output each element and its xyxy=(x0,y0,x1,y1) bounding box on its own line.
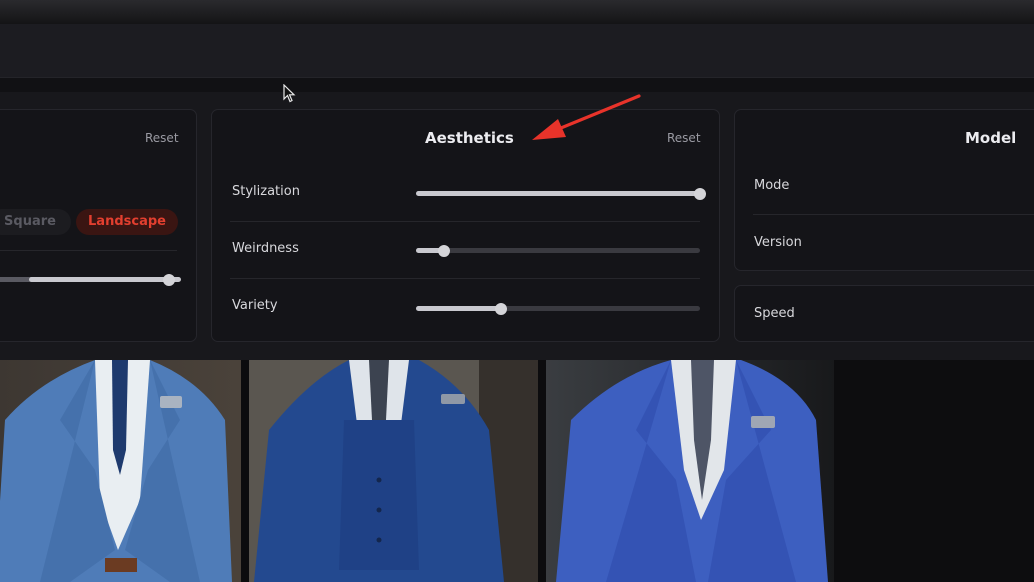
reset-button[interactable]: Reset xyxy=(667,131,701,145)
slider-fill xyxy=(416,191,700,196)
mode-label[interactable]: Mode xyxy=(754,178,789,193)
divider xyxy=(230,278,700,279)
result-image-3[interactable] xyxy=(546,360,834,582)
slider-fill xyxy=(29,277,181,282)
suit-photo-2 xyxy=(249,360,538,582)
annotation-arrow-icon xyxy=(532,94,641,140)
panel-title: Aesthetics xyxy=(425,129,514,147)
dimensions-panel: Reset Square Landscape xyxy=(0,109,197,342)
result-image-2[interactable] xyxy=(249,360,538,582)
aspect-ratio-slider[interactable] xyxy=(0,273,181,286)
weirdness-label: Weirdness xyxy=(232,241,299,256)
weirdness-slider[interactable] xyxy=(416,244,700,257)
mouse-cursor-icon xyxy=(283,84,296,103)
divider xyxy=(753,214,1034,215)
result-image-1[interactable] xyxy=(0,360,241,582)
slider-handle[interactable] xyxy=(438,244,450,257)
panel-title: Model xyxy=(965,129,1017,147)
slider-handle[interactable] xyxy=(495,302,507,315)
image-gap xyxy=(834,360,1034,582)
divider xyxy=(230,221,700,222)
suit-photo-1 xyxy=(0,360,241,582)
settings-area: Reset Square Landscape Aesthetics Reset … xyxy=(0,92,1034,360)
stylization-label: Stylization xyxy=(232,184,300,199)
divider xyxy=(0,250,177,251)
window-top-bar xyxy=(0,0,1034,24)
stylization-slider[interactable] xyxy=(416,187,706,200)
model-panel: Model Mode Version xyxy=(734,109,1034,271)
header-gap xyxy=(0,78,1034,92)
reset-button[interactable]: Reset xyxy=(145,131,179,145)
landscape-option[interactable]: Landscape xyxy=(76,209,178,235)
variety-slider[interactable] xyxy=(416,302,700,315)
square-option[interactable]: Square xyxy=(0,209,71,235)
speed-label[interactable]: Speed xyxy=(754,306,795,321)
slider-handle[interactable] xyxy=(163,273,175,286)
version-label[interactable]: Version xyxy=(754,235,802,250)
slider-fill xyxy=(416,306,501,311)
speed-panel: Speed xyxy=(734,285,1034,342)
variety-label: Variety xyxy=(232,298,278,313)
suit-photo-3 xyxy=(546,360,834,582)
header-bar xyxy=(0,24,1034,78)
slider-handle[interactable] xyxy=(694,187,706,200)
